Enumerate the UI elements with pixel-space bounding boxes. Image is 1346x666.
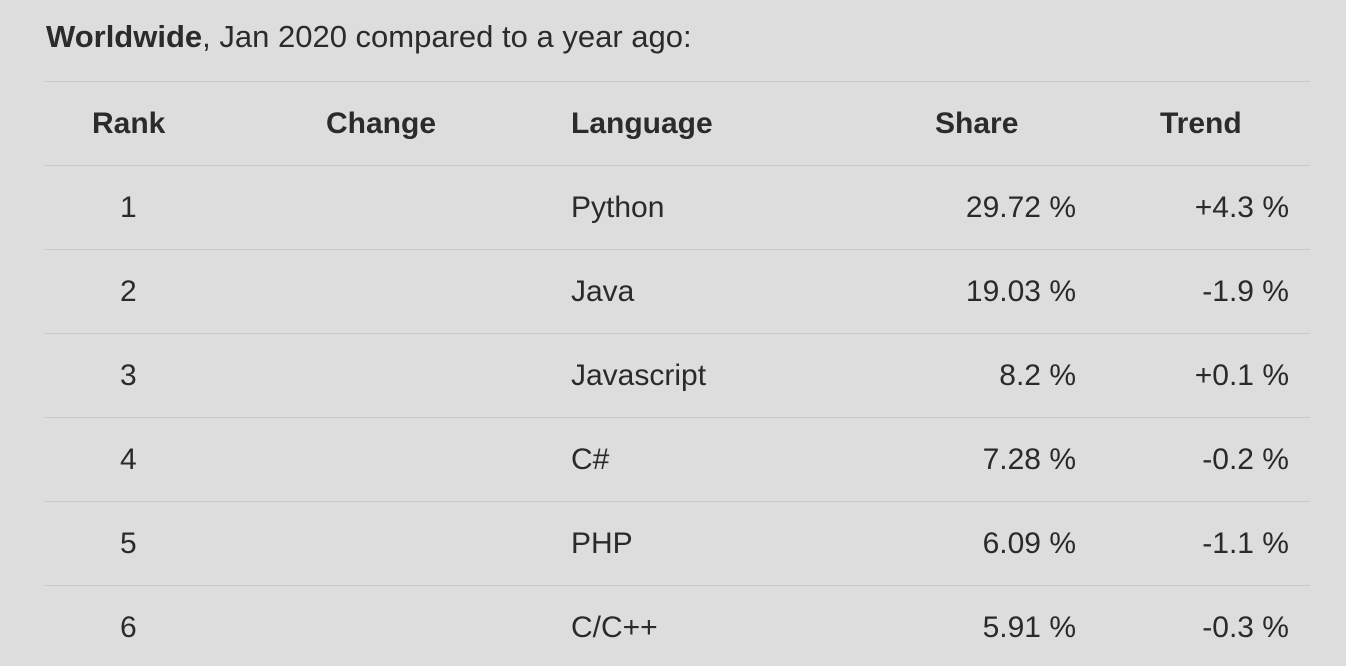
header-language: Language xyxy=(571,107,713,140)
ranking-table: Rank Change Language Share Trend 1 Pytho… xyxy=(44,81,1310,666)
header-rank: Rank xyxy=(92,107,166,140)
trend-cell: -0.2 % xyxy=(1202,443,1289,476)
language-cell: Java xyxy=(571,275,635,308)
header-change: Change xyxy=(326,107,437,140)
trend-cell: -0.3 % xyxy=(1202,611,1289,644)
header-share: Share xyxy=(935,107,1019,140)
language-cell: C# xyxy=(571,443,610,476)
language-cell: C/C++ xyxy=(571,611,658,644)
language-cell: Javascript xyxy=(571,359,707,392)
share-cell: 29.72 % xyxy=(965,191,1076,224)
heading-description: , Jan 2020 compared to a year ago: xyxy=(202,19,692,54)
table-row: 1 Python 29.72 % +4.3 % xyxy=(44,165,1310,249)
rank-cell: 3 xyxy=(120,359,137,392)
page-heading: Worldwide, Jan 2020 compared to a year a… xyxy=(46,14,692,60)
trend-cell: +4.3 % xyxy=(1194,191,1289,224)
table-row: 3 Javascript 8.2 % +0.1 % xyxy=(44,333,1310,417)
change-cell xyxy=(326,586,506,666)
change-cell xyxy=(326,334,506,418)
change-cell xyxy=(326,166,506,250)
header-trend: Trend xyxy=(1160,107,1242,140)
page: Worldwide, Jan 2020 compared to a year a… xyxy=(0,0,1346,666)
change-cell xyxy=(326,502,506,586)
language-cell: PHP xyxy=(571,527,633,560)
change-cell xyxy=(326,250,506,334)
rank-cell: 1 xyxy=(120,191,137,224)
table-row: 5 PHP 6.09 % -1.1 % xyxy=(44,501,1310,585)
rank-cell: 2 xyxy=(120,275,137,308)
share-cell: 8.2 % xyxy=(999,359,1076,392)
table-row: 6 C/C++ 5.91 % -0.3 % xyxy=(44,585,1310,666)
share-cell: 19.03 % xyxy=(965,275,1076,308)
rank-cell: 4 xyxy=(120,443,137,476)
language-cell: Python xyxy=(571,191,665,224)
trend-cell: +0.1 % xyxy=(1194,359,1289,392)
heading-region: Worldwide xyxy=(46,19,203,54)
table-row: 2 Java 19.03 % -1.9 % xyxy=(44,249,1310,333)
trend-cell: -1.9 % xyxy=(1202,275,1289,308)
share-cell: 5.91 % xyxy=(982,611,1076,644)
share-cell: 6.09 % xyxy=(982,527,1076,560)
table-row: 4 C# 7.28 % -0.2 % xyxy=(44,417,1310,501)
rank-cell: 6 xyxy=(120,611,137,644)
share-cell: 7.28 % xyxy=(982,443,1076,476)
table-header-row: Rank Change Language Share Trend xyxy=(44,81,1310,165)
change-cell xyxy=(326,418,506,502)
rank-cell: 5 xyxy=(120,527,137,560)
trend-cell: -1.1 % xyxy=(1202,527,1289,560)
